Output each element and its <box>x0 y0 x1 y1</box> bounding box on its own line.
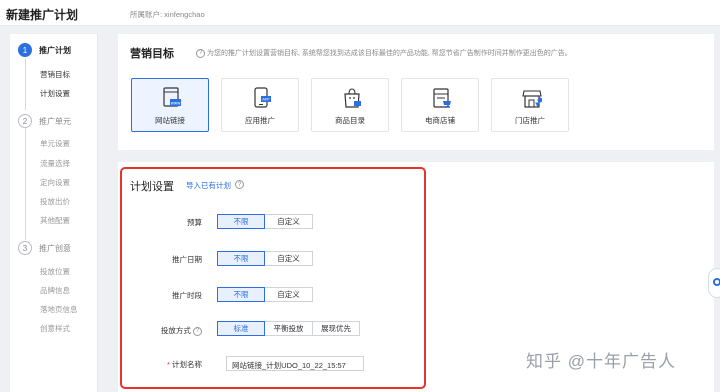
step-label: 推广创意 <box>39 243 71 253</box>
step-number: 1 <box>18 43 32 57</box>
account-info: 所属账户: xinfengchao <box>130 10 205 19</box>
store-cart-icon <box>433 88 451 108</box>
step-unit[interactable]: 2 推广单元 <box>18 114 71 128</box>
watermark: 知乎 @十年广告人 <box>526 352 676 371</box>
step-number: 2 <box>18 114 32 128</box>
step-label: 推广计划 <box>39 45 71 55</box>
app-badge: APP <box>262 97 270 102</box>
goal-label: 应用推广 <box>245 116 275 125</box>
goal-description: ? 为您的推广计划设置营销目标, 系统帮您找到达成该目标最佳的产品功能, 帮您节… <box>196 48 572 58</box>
top-bar: 新建推广计划 所属账户: xinfengchao <box>0 0 720 26</box>
time-unlimited-button[interactable]: 不限 <box>217 287 265 302</box>
goal-option-website[interactable]: www 网站链接 <box>131 78 209 132</box>
step-connector <box>25 58 26 110</box>
step-creative[interactable]: 3 推广创意 <box>18 241 71 255</box>
sidebar-item-bidding[interactable]: 投放出价 <box>40 196 70 207</box>
steps-sidebar: 1 推广计划 营销目标 计划设置 2 推广单元 单元设置 流量选择 定向设置 投… <box>10 34 98 392</box>
step-plan[interactable]: 1 推广计划 <box>18 43 71 57</box>
sidebar-item-plan-settings[interactable]: 计划设置 <box>40 88 70 99</box>
date-unlimited-button[interactable]: 不限 <box>217 251 265 266</box>
website-badge: www <box>171 101 182 106</box>
goal-label: 网站链接 <box>155 116 185 125</box>
sidebar-item-landing[interactable]: 落地页信息 <box>40 304 78 315</box>
page-title: 新建推广计划 <box>6 8 79 22</box>
sidebar-item-targeting[interactable]: 定向设置 <box>40 177 70 188</box>
goal-option-app[interactable]: APP 应用推广 <box>221 78 299 132</box>
highlight-box <box>120 167 426 389</box>
sidebar-item-creative-style[interactable]: 创意样式 <box>40 323 70 334</box>
floating-helper-tab[interactable] <box>708 268 720 298</box>
sidebar-item-other[interactable]: 其他配置 <box>40 215 70 226</box>
goal-section-title: 营销目标 <box>130 48 174 60</box>
goal-label: 门店推广 <box>515 116 545 125</box>
help-icon[interactable]: ? <box>196 48 205 58</box>
sidebar-item-goal[interactable]: 营销目标 <box>40 69 70 80</box>
delivery-standard-button[interactable]: 标准 <box>217 321 265 336</box>
helper-icon <box>713 278 720 286</box>
step-label: 推广单元 <box>39 116 71 126</box>
goal-label: 电商店铺 <box>425 116 455 125</box>
sidebar-item-unit-settings[interactable]: 单元设置 <box>40 138 70 149</box>
step-connector <box>25 128 26 240</box>
storefront-icon <box>522 90 542 108</box>
goal-option-ecommerce[interactable]: 电商店铺 <box>401 78 479 132</box>
sidebar-item-placement[interactable]: 投放位置 <box>40 266 70 277</box>
shopping-bag-icon <box>344 88 361 108</box>
goal-option-store[interactable]: 门店推广 <box>491 78 569 132</box>
goal-description-text: 为您的推广计划设置营销目标, 系统帮您找到达成该目标最佳的产品功能, 帮您节省广… <box>206 50 572 57</box>
budget-unlimited-button[interactable]: 不限 <box>217 214 265 229</box>
goal-option-catalog[interactable]: 商品目录 <box>311 78 389 132</box>
website-icon: www <box>163 87 182 107</box>
sidebar-item-traffic[interactable]: 流量选择 <box>40 158 70 169</box>
marketing-goal-card: 营销目标 ? 为您的推广计划设置营销目标, 系统帮您找到达成该目标最佳的产品功能… <box>118 34 714 150</box>
step-number: 3 <box>18 241 32 255</box>
app-icon: APP <box>254 87 271 108</box>
goal-label: 商品目录 <box>335 116 365 125</box>
sidebar-item-brand[interactable]: 品牌信息 <box>40 285 70 296</box>
